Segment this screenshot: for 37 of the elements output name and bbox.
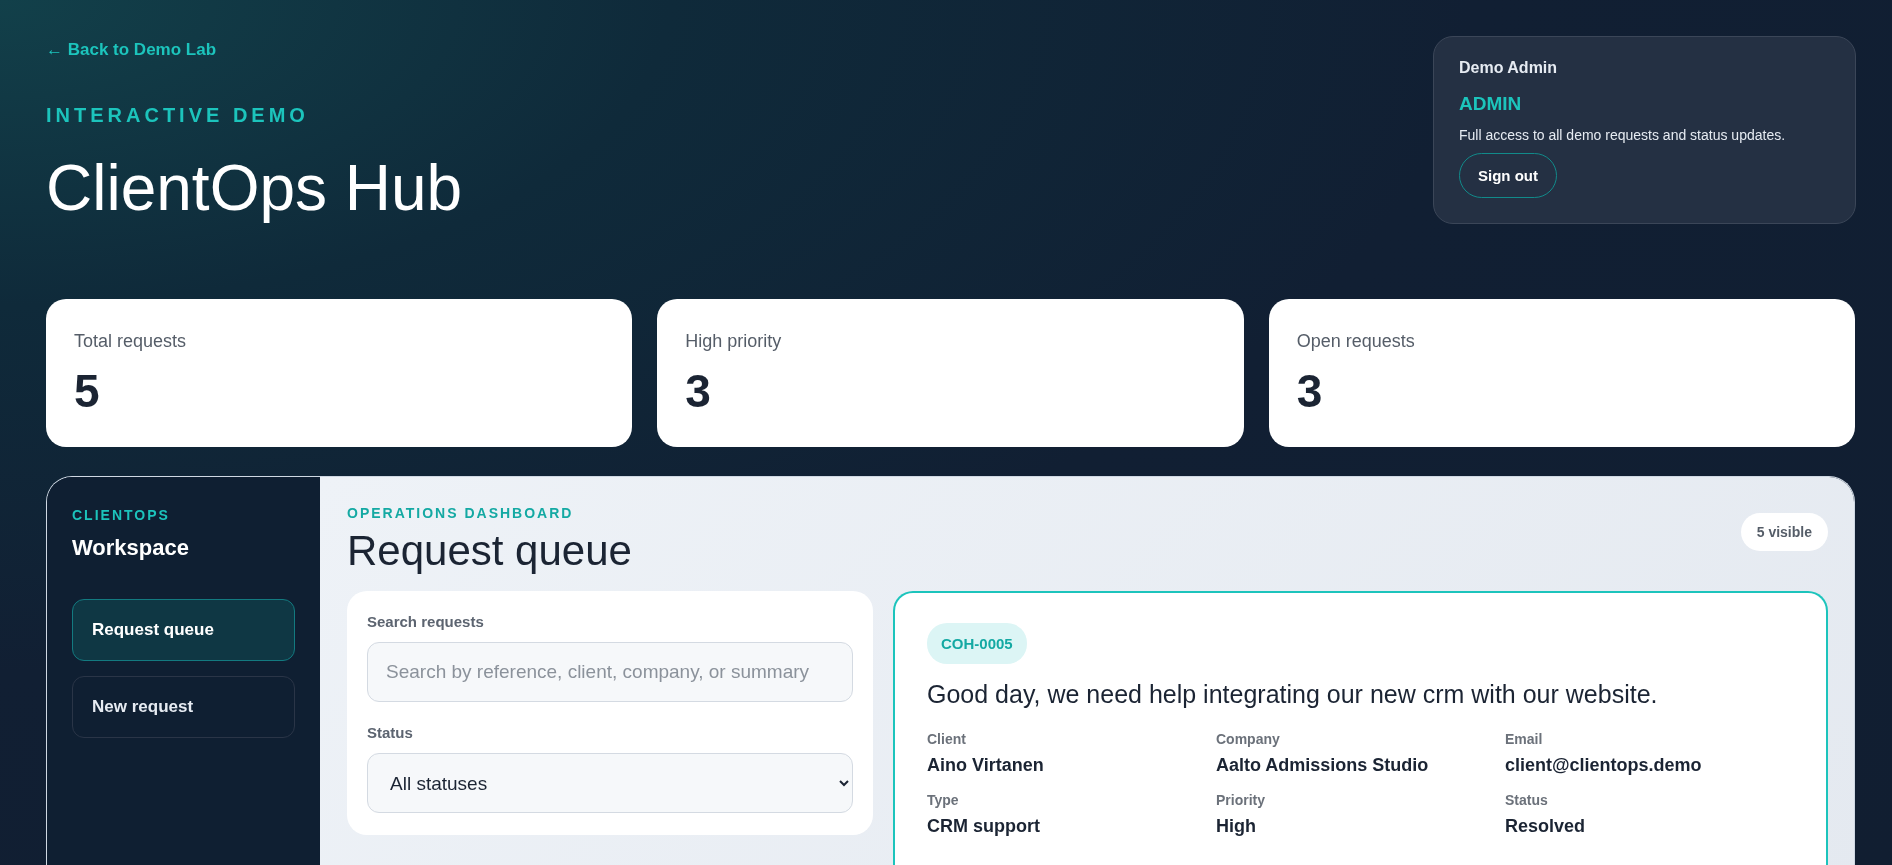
field-label: Status: [367, 724, 414, 741]
detail-label: Client: [927, 731, 967, 747]
role-description: Full access to all demo requests and status updates.: [1459, 127, 1787, 143]
stat-value: 5: [74, 364, 101, 418]
detail-value: Aino Virtanen: [927, 755, 1045, 776]
detail-label: Email: [1505, 731, 1544, 747]
stat-value: 3: [685, 364, 712, 418]
detail-value: CRM support: [927, 816, 1041, 837]
stat-value: 3: [1296, 364, 1324, 418]
back-link[interactable]: ← Back to Demo Lab: [46, 40, 217, 60]
stat-label: High priority: [685, 331, 783, 352]
nav-item[interactable]: Request queue: [72, 599, 295, 661]
detail-label: Status: [1505, 792, 1549, 808]
sidebar-eyebrow: CLIENTOPS: [72, 507, 171, 523]
request-summary: Good day, we need help integrating our new crm with our website.: [927, 680, 1659, 709]
detail-value: High: [1216, 816, 1257, 837]
field-label: Search requests: [367, 613, 485, 630]
section-eyebrow: INTERACTIVE DEMO: [46, 104, 309, 127]
sidebar-title: Workspace: [72, 535, 190, 561]
detail-label: Type: [927, 792, 960, 808]
dashboard-eyebrow: OPERATIONS DASHBOARD: [347, 505, 575, 521]
user-role: ADMIN: [1459, 93, 1523, 115]
page-title: ClientOps Hub: [46, 153, 463, 224]
stat-label: Total requests: [74, 331, 188, 352]
search-field[interactable]: Search by reference, client, company, or summary: [367, 642, 853, 702]
stat-label: Open requests: [1296, 331, 1416, 352]
status-dropdown[interactable]: All statuses: [367, 753, 853, 813]
detail-label: Company: [1216, 731, 1281, 747]
nav-item[interactable]: New request: [72, 676, 295, 738]
detail-label: Priority: [1216, 792, 1266, 808]
user-name: Demo Admin: [1459, 59, 1559, 77]
detail-value: Resolved: [1505, 816, 1587, 837]
detail-value: client@clientops.demo: [1505, 755, 1703, 776]
dashboard-title: Request queue: [347, 527, 632, 575]
reference-badge: COH-0005: [927, 623, 1027, 664]
detail-value: Aalto Admissions Studio: [1216, 755, 1430, 776]
visible-count: 5 visible: [1740, 513, 1828, 551]
